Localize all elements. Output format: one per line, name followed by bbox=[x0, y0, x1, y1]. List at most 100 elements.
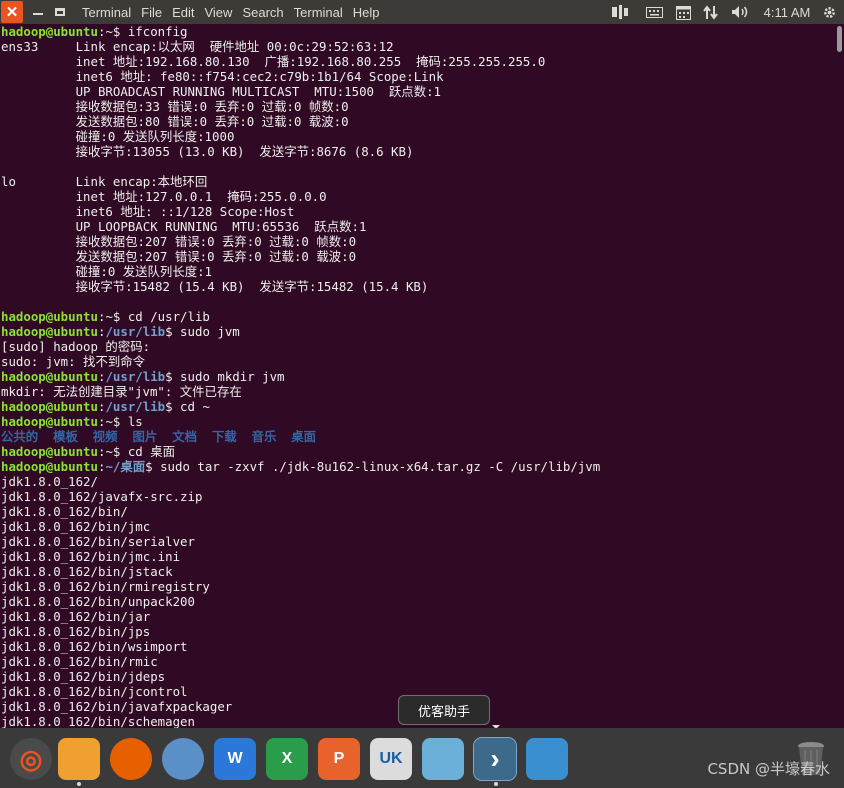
terminal-line: 接收字节:13055 (13.0 KB) 发送字节:8676 (8.6 KB) bbox=[1, 144, 837, 159]
terminal-app-icon[interactable]: › bbox=[473, 737, 517, 781]
terminal-line: inet6 地址: ::1/128 Scope:Host bbox=[1, 204, 837, 219]
clock[interactable]: 4:11 AM bbox=[758, 0, 816, 24]
terminal-text: inet6 地址: ::1/128 Scope:Host bbox=[1, 204, 295, 219]
terminal-running-dot bbox=[494, 782, 498, 786]
prompt-path: /usr/lib bbox=[105, 369, 166, 384]
terminal-text: 碰撞:0 发送队列长度:1000 bbox=[1, 129, 235, 144]
prompt-user: hadoop@ubuntu bbox=[1, 399, 98, 414]
volume-icon[interactable] bbox=[728, 0, 752, 24]
top-panel: ✕ Terminal File Edit View Search Termina… bbox=[0, 0, 844, 24]
terminal-text: jdk1.8.0_162/ bbox=[1, 474, 98, 489]
ubuntu-software-icon[interactable]: ◎ bbox=[10, 738, 52, 780]
minimize-window-button[interactable] bbox=[27, 0, 49, 24]
menu-view[interactable]: View bbox=[199, 5, 237, 20]
menubar: Terminal File Edit View Search Terminal … bbox=[77, 5, 385, 20]
prompt-user: hadoop@ubuntu bbox=[1, 324, 98, 339]
terminal-line: jdk1.8.0_162/bin/rmiregistry bbox=[1, 579, 837, 594]
maximize-window-button[interactable] bbox=[49, 0, 71, 24]
terminal-line: hadoop@ubuntu:/usr/lib$ sudo mkdir jvm bbox=[1, 369, 837, 384]
terminal-text: jdk1.8.0_162/bin/jstack bbox=[1, 564, 173, 579]
terminal-line: jdk1.8.0_162/ bbox=[1, 474, 837, 489]
terminal-text: UP LOOPBACK RUNNING MTU:65536 跃点数:1 bbox=[1, 219, 367, 234]
prompt-user: hadoop@ubuntu bbox=[1, 444, 98, 459]
terminal-line: [sudo] hadoop 的密码: bbox=[1, 339, 837, 354]
prompt-path: /usr/lib bbox=[105, 399, 166, 414]
terminal-line: 发送数据包:80 错误:0 丢弃:0 过载:0 载波:0 bbox=[1, 114, 837, 129]
terminal-text: inet 地址:192.168.80.130 广播:192.168.80.255… bbox=[1, 54, 546, 69]
terminal-output[interactable]: hadoop@ubuntu:~$ ifconfig ens33 Link enca… bbox=[0, 24, 837, 728]
calendar-icon[interactable] bbox=[672, 0, 694, 24]
terminal-text: inet 地址:127.0.0.1 掩码:255.0.0.0 bbox=[1, 189, 327, 204]
network-transfer-icon[interactable] bbox=[700, 0, 722, 24]
terminal-line: 接收字节:15482 (15.4 KB) 发送字节:15482 (15.4 KB… bbox=[1, 279, 837, 294]
terminal-text: 碰撞:0 发送队列长度:1 bbox=[1, 264, 213, 279]
terminal-text: 发送数据包:207 错误:0 丢弃:0 过载:0 载波:0 bbox=[1, 249, 357, 264]
directory-listing: 公共的 模板 视频 图片 文档 下载 音乐 桌面 bbox=[1, 429, 317, 444]
prompt-path: /usr/lib bbox=[105, 324, 166, 339]
workspace-switcher-icon[interactable] bbox=[526, 738, 568, 780]
terminal-line: hadoop@ubuntu:/usr/lib$ cd ~ bbox=[1, 399, 837, 414]
chromium-icon[interactable] bbox=[162, 738, 204, 780]
terminal-text: $ cd ~ bbox=[165, 399, 210, 414]
terminal-text: 接收字节:15482 (15.4 KB) 发送字节:15482 (15.4 KB… bbox=[1, 279, 429, 294]
menu-edit[interactable]: Edit bbox=[167, 5, 199, 20]
terminal-text: ens33 Link encap:以太网 硬件地址 00:0c:29:52:63… bbox=[1, 39, 394, 54]
files-running-dot bbox=[77, 782, 81, 786]
terminal-text: 接收字节:13055 (13.0 KB) 发送字节:8676 (8.6 KB) bbox=[1, 144, 414, 159]
prompt-user: hadoop@ubuntu bbox=[1, 309, 98, 324]
gear-icon[interactable] bbox=[818, 0, 840, 24]
youker-assistant-icon[interactable] bbox=[422, 738, 464, 780]
terminal-text: jdk1.8.0_162/bin/jmc.ini bbox=[1, 549, 181, 564]
terminal-line: jdk1.8.0_162/bin/jar bbox=[1, 609, 837, 624]
terminal-line: lo Link encap:本地环回 bbox=[1, 174, 837, 189]
terminal-text: jdk1.8.0_162/bin/schemagen bbox=[1, 714, 195, 728]
ubuntu-kylin-uk-icon[interactable]: UK bbox=[370, 738, 412, 780]
prompt-user: hadoop@ubuntu bbox=[1, 24, 98, 39]
terminal-text: jdk1.8.0_162/bin/jdeps bbox=[1, 669, 166, 684]
terminal-scrollbar[interactable] bbox=[837, 26, 842, 52]
menu-help[interactable]: Help bbox=[348, 5, 385, 20]
terminal-line: hadoop@ubuntu:~$ cd 桌面 bbox=[1, 444, 837, 459]
terminal-text: jdk1.8.0_162/bin/ bbox=[1, 504, 128, 519]
terminal-line: jdk1.8.0_162/javafx-src.zip bbox=[1, 489, 837, 504]
terminal-text: $ sudo tar -zxvf ./jdk-8u162-linux-x64.t… bbox=[145, 459, 601, 474]
menu-search[interactable]: Search bbox=[237, 5, 288, 20]
terminal-text: jdk1.8.0_162/javafx-src.zip bbox=[1, 489, 203, 504]
terminal-text: jdk1.8.0_162/bin/jmc bbox=[1, 519, 151, 534]
terminal-text: jdk1.8.0_162/bin/rmic bbox=[1, 654, 158, 669]
watermark: CSDN @半壕春水 bbox=[707, 760, 830, 778]
terminal-line: sudo: jvm: 找不到命令 bbox=[1, 354, 837, 369]
kylin-indicator-icon[interactable] bbox=[608, 0, 632, 24]
terminal-line: ens33 Link encap:以太网 硬件地址 00:0c:29:52:63… bbox=[1, 39, 837, 54]
dock-tooltip: 优客助手 bbox=[398, 695, 490, 725]
terminal-line: hadoop@ubuntu:/usr/lib$ sudo jvm bbox=[1, 324, 837, 339]
terminal-text: mkdir: 无法创建目录"jvm": 文件已存在 bbox=[1, 384, 242, 399]
terminal-line: hadoop@ubuntu:~$ ls bbox=[1, 414, 837, 429]
terminal-line: 发送数据包:207 错误:0 丢弃:0 过载:0 载波:0 bbox=[1, 249, 837, 264]
terminal-text: :~$ ls bbox=[97, 414, 143, 429]
terminal-text: jdk1.8.0_162/bin/wsimport bbox=[1, 639, 188, 654]
terminal-text: [sudo] hadoop 的密码: bbox=[1, 339, 151, 354]
keyboard-icon[interactable] bbox=[643, 0, 665, 24]
terminal-line: jdk1.8.0_162/bin/jps bbox=[1, 624, 837, 639]
files-folder-icon[interactable] bbox=[58, 738, 100, 780]
menu-terminal-title: Terminal bbox=[82, 4, 132, 20]
terminal-text: jdk1.8.0_162/bin/unpack200 bbox=[1, 594, 195, 609]
wps-presentation-icon[interactable]: P bbox=[318, 738, 360, 780]
menu-file[interactable]: File bbox=[136, 5, 167, 20]
wps-writer-icon[interactable]: W bbox=[214, 738, 256, 780]
terminal-line: 碰撞:0 发送队列长度:1 bbox=[1, 264, 837, 279]
menu-terminal[interactable]: Terminal bbox=[289, 5, 348, 20]
terminal-line: jdk1.8.0_162/bin/jmc.ini bbox=[1, 549, 837, 564]
terminal-text: sudo: jvm: 找不到命令 bbox=[1, 354, 146, 369]
wps-spreadsheet-icon[interactable]: X bbox=[266, 738, 308, 780]
terminal-line: 接收数据包:207 错误:0 丢弃:0 过载:0 帧数:0 bbox=[1, 234, 837, 249]
terminal-line: jdk1.8.0_162/bin/jstack bbox=[1, 564, 837, 579]
firefox-icon[interactable] bbox=[110, 738, 152, 780]
close-window-button[interactable]: ✕ bbox=[1, 1, 23, 23]
terminal-line: inet 地址:127.0.0.1 掩码:255.0.0.0 bbox=[1, 189, 837, 204]
terminal-text: 发送数据包:80 错误:0 丢弃:0 过载:0 载波:0 bbox=[1, 114, 349, 129]
terminal-text: :~$ ifconfig bbox=[97, 24, 188, 39]
maximize-icon bbox=[55, 8, 65, 16]
terminal-line: jdk1.8.0_162/bin/wsimport bbox=[1, 639, 837, 654]
